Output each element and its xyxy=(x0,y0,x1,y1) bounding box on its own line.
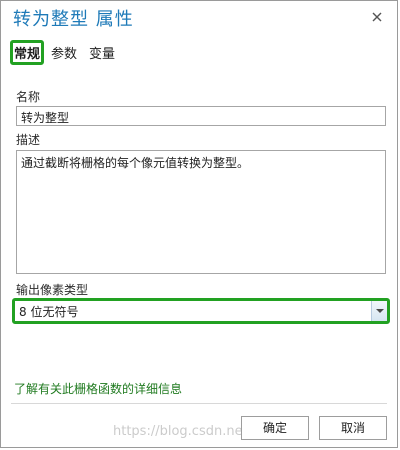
close-icon[interactable] xyxy=(369,9,385,25)
output-pixel-type-highlight: 8 位无符号 xyxy=(12,298,390,324)
cancel-button[interactable]: 取消 xyxy=(319,416,387,440)
tab-general[interactable]: 常规 xyxy=(10,39,45,65)
output-pixel-type-select[interactable]: 8 位无符号 xyxy=(15,301,387,321)
footer-divider xyxy=(11,403,387,404)
chevron-down-icon[interactable] xyxy=(371,301,387,321)
tab-bar: 常规 参数 变量 xyxy=(10,39,124,65)
tab-parameters[interactable]: 参数 xyxy=(48,41,80,64)
ok-button[interactable]: 确定 xyxy=(241,416,309,440)
help-link[interactable]: 了解有关此栅格函数的详细信息 xyxy=(14,380,182,397)
output-pixel-type-label: 输出像素类型 xyxy=(16,283,89,297)
description-label: 描述 xyxy=(16,133,41,147)
description-field[interactable]: 通过截断将栅格的每个像元值转换为整型。 xyxy=(16,150,386,274)
tab-variables[interactable]: 变量 xyxy=(86,41,118,64)
name-field[interactable]: 转为整型 xyxy=(16,106,386,126)
name-label: 名称 xyxy=(16,90,41,104)
dialog-title: 转为整型 属性 xyxy=(13,9,134,30)
properties-dialog: 转为整型 属性 常规 参数 变量 名称 转为整型 描述 通过截断将栅格的每个像元… xyxy=(0,0,398,448)
